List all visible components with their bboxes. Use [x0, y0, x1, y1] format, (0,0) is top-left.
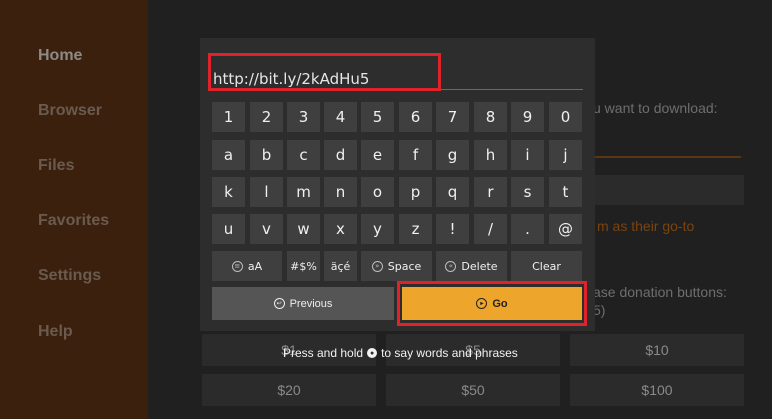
key-u[interactable]: u — [212, 214, 245, 244]
previous-button-label: Previous — [289, 297, 333, 310]
url-prompt-text: u want to download: — [593, 100, 718, 116]
key-n[interactable]: n — [324, 177, 357, 207]
go-button-background — [595, 175, 744, 205]
microphone-icon: ● — [367, 348, 378, 358]
key-f[interactable]: f — [399, 140, 432, 170]
symbols-key[interactable]: #$% — [287, 251, 320, 281]
key-slash[interactable]: / — [474, 214, 507, 244]
key-r[interactable]: r — [474, 177, 507, 207]
key-q[interactable]: q — [436, 177, 469, 207]
voice-hint-before: Press and hold — [283, 346, 364, 360]
key-b[interactable]: b — [250, 140, 283, 170]
fast-forward-icon: » — [371, 260, 383, 272]
previous-button[interactable]: ↩ Previous — [212, 287, 394, 320]
key-l[interactable]: l — [250, 177, 283, 207]
sidebar-item-home[interactable]: Home — [38, 47, 82, 65]
key-e[interactable]: e — [361, 140, 394, 170]
delete-key-label: Delete — [461, 259, 498, 273]
key-p[interactable]: p — [399, 177, 432, 207]
key-3[interactable]: 3 — [287, 102, 320, 132]
key-4[interactable]: 4 — [324, 102, 357, 132]
key-j[interactable]: j — [549, 140, 582, 170]
donate-50-button[interactable]: $50 — [386, 374, 560, 406]
go-button-highlight — [397, 281, 587, 326]
sidebar-item-favorites[interactable]: Favorites — [38, 212, 109, 230]
sidebar-item-files[interactable]: Files — [38, 157, 74, 175]
key-a[interactable]: a — [212, 140, 245, 170]
key-9[interactable]: 9 — [511, 102, 544, 132]
key-6[interactable]: 6 — [399, 102, 432, 132]
donate-100-button[interactable]: $100 — [570, 374, 744, 406]
key-2[interactable]: 2 — [250, 102, 283, 132]
key-z[interactable]: z — [399, 214, 432, 244]
key-7[interactable]: 7 — [436, 102, 469, 132]
key-x[interactable]: x — [324, 214, 357, 244]
url-underline — [595, 156, 741, 158]
key-v[interactable]: v — [250, 214, 283, 244]
key-y[interactable]: y — [361, 214, 394, 244]
key-g[interactable]: g — [436, 140, 469, 170]
key-s[interactable]: s — [511, 177, 544, 207]
key-d[interactable]: d — [324, 140, 357, 170]
sidebar: Home Browser Files Favorites Settings He… — [0, 0, 148, 419]
delete-key[interactable]: « Delete — [436, 251, 507, 281]
voice-hint: Press and hold ● to say words and phrase… — [283, 346, 518, 360]
key-at[interactable]: @ — [549, 214, 582, 244]
key-1[interactable]: 1 — [212, 102, 245, 132]
key-t[interactable]: t — [549, 177, 582, 207]
menu-icon: ≡ — [231, 260, 243, 272]
key-w[interactable]: w — [287, 214, 320, 244]
donation-prompt: ase donation buttons: — [593, 284, 727, 300]
key-8[interactable]: 8 — [474, 102, 507, 132]
key-5[interactable]: 5 — [361, 102, 394, 132]
key-c[interactable]: c — [287, 140, 320, 170]
clear-key[interactable]: Clear — [511, 251, 582, 281]
key-0[interactable]: 0 — [549, 102, 582, 132]
case-toggle-key[interactable]: ≡ aA — [212, 251, 282, 281]
info-text: m as their go-to — [597, 218, 695, 234]
sidebar-item-browser[interactable]: Browser — [38, 102, 102, 120]
key-m[interactable]: m — [287, 177, 320, 207]
accents-key[interactable]: äçé — [324, 251, 357, 281]
space-key[interactable]: » Space — [361, 251, 432, 281]
sidebar-item-settings[interactable]: Settings — [38, 267, 101, 285]
space-key-label: Space — [387, 259, 422, 273]
key-exclamation[interactable]: ! — [436, 214, 469, 244]
key-period[interactable]: . — [511, 214, 544, 244]
sidebar-item-help[interactable]: Help — [38, 323, 73, 341]
url-input-highlight — [208, 53, 441, 91]
rewind-icon: « — [445, 260, 457, 272]
key-h[interactable]: h — [474, 140, 507, 170]
case-toggle-label: aA — [247, 259, 263, 273]
back-icon: ↩ — [273, 298, 285, 309]
donate-10-button[interactable]: $10 — [570, 334, 744, 366]
key-k[interactable]: k — [212, 177, 245, 207]
key-i[interactable]: i — [511, 140, 544, 170]
donate-20-button[interactable]: $20 — [202, 374, 376, 406]
key-o[interactable]: o — [361, 177, 394, 207]
voice-hint-after: to say words and phrases — [381, 346, 518, 360]
